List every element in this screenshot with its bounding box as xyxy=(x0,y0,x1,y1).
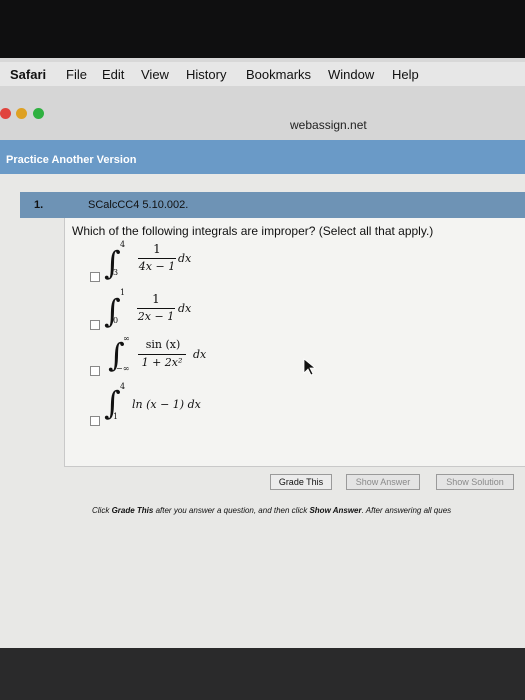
grade-this-button[interactable]: Grade This xyxy=(270,474,332,490)
option-3-fraction-bar xyxy=(138,354,186,355)
browser-toolbar xyxy=(0,86,525,142)
footnote-show-bold: Show Answer xyxy=(309,506,362,515)
show-solution-button[interactable]: Show Solution xyxy=(436,474,514,490)
menu-bar: Safari File Edit View History Bookmarks … xyxy=(0,62,525,86)
option-3-denominator: 1 + 2x² xyxy=(141,356,183,369)
option-2-fraction-bar xyxy=(137,308,175,309)
menu-help[interactable]: Help xyxy=(392,67,419,82)
question-code: SCalcCC4 5.10.002. xyxy=(88,199,189,211)
practice-bar: Practice Another Version xyxy=(0,140,525,174)
option-1-fraction-bar xyxy=(138,258,176,259)
address-bar[interactable]: webassign.net xyxy=(290,118,367,132)
option-2-differential: dx xyxy=(178,302,192,315)
option-1-differential: dx xyxy=(178,252,192,265)
mouse-pointer-icon xyxy=(303,358,317,376)
practice-another-version-link[interactable]: Practice Another Version xyxy=(6,154,136,166)
menu-edit[interactable]: Edit xyxy=(102,67,124,82)
footnote-grade-bold: Grade This xyxy=(111,506,154,515)
option-1-upper: 4 xyxy=(120,240,126,249)
option-2-checkbox[interactable] xyxy=(90,320,100,330)
footnote-part-1: Click xyxy=(92,506,112,515)
option-2-upper: 1 xyxy=(120,288,126,297)
show-answer-button[interactable]: Show Answer xyxy=(346,474,420,490)
option-1-denominator: 4x − 1 xyxy=(138,260,176,273)
option-3-numerator: sin (x) xyxy=(145,338,181,351)
option-1-lower: 3 xyxy=(113,268,119,277)
option-2-denominator: 2x − 1 xyxy=(137,310,175,323)
zoom-window-icon[interactable] xyxy=(33,108,44,119)
footnote-part-3: . After answering all ques xyxy=(361,506,452,515)
option-3-upper: ∞ xyxy=(123,334,130,343)
option-4-upper: 4 xyxy=(120,382,126,391)
option-4-checkbox[interactable] xyxy=(90,416,100,426)
question-body xyxy=(64,218,525,467)
option-1-checkbox[interactable] xyxy=(90,272,100,282)
instruction-footnote: Click Grade This after you answer a ques… xyxy=(92,506,451,515)
menu-history[interactable]: History xyxy=(186,67,226,82)
menu-window[interactable]: Window xyxy=(328,67,374,82)
menu-view[interactable]: View xyxy=(141,67,169,82)
menu-bookmarks[interactable]: Bookmarks xyxy=(246,67,311,82)
option-1-numerator: 1 xyxy=(153,242,161,256)
menu-file[interactable]: File xyxy=(66,67,87,82)
question-header: 1. SCalcCC4 5.10.002. xyxy=(20,192,525,218)
option-2-numerator: 1 xyxy=(152,292,160,306)
option-3-lower: −∞ xyxy=(116,364,130,373)
screen-bottom-bezel xyxy=(0,648,525,700)
option-4-expression: ln (x − 1) dx xyxy=(132,398,201,411)
question-prompt: Which of the following integrals are imp… xyxy=(72,224,434,238)
minimize-window-icon[interactable] xyxy=(16,108,27,119)
close-window-icon[interactable] xyxy=(0,108,11,119)
option-3-checkbox[interactable] xyxy=(90,366,100,376)
menu-safari[interactable]: Safari xyxy=(10,67,46,82)
option-3-differential: dx xyxy=(193,348,207,361)
question-number: 1. xyxy=(34,199,44,211)
option-4-lower: 1 xyxy=(113,412,119,421)
screen-bezel xyxy=(0,0,525,62)
option-2-lower: 0 xyxy=(113,316,119,325)
footnote-part-2: after you answer a question, and then cl… xyxy=(153,506,310,515)
